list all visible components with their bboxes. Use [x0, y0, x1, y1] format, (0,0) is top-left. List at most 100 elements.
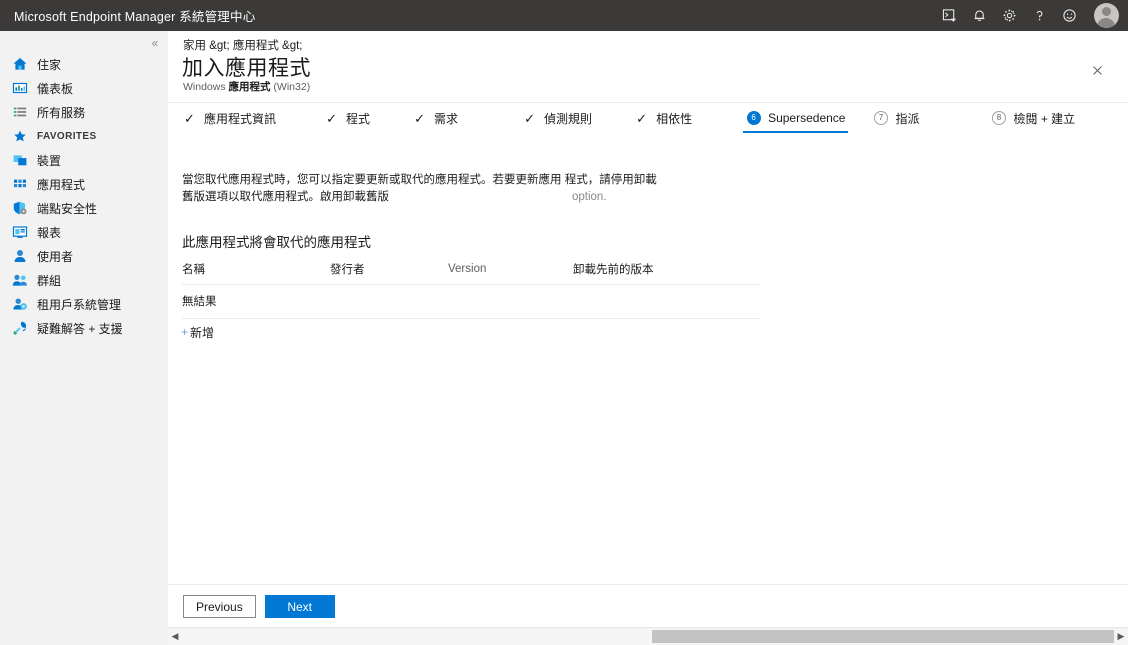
sidebar-item-label: 群組 — [37, 273, 62, 288]
add-app-label: 新增 — [190, 325, 215, 340]
previous-button[interactable]: Previous — [183, 595, 256, 618]
step-number-badge: 8 — [991, 111, 1006, 126]
sidebar-item-label: FAVORITES — [37, 130, 97, 142]
column-header-version[interactable]: Version — [448, 261, 573, 285]
tab-review-create[interactable]: 8 檢閱 + 建立 — [985, 103, 1081, 133]
sidebar-item-devices[interactable]: 裝置 — [0, 148, 168, 172]
close-icon[interactable] — [1083, 56, 1111, 84]
description-trailing-option: option. — [572, 191, 607, 203]
tab-supersedence[interactable]: 6 Supersedence — [740, 103, 851, 133]
sidebar-nav-list: 住家 儀表板 所有服務 FAVORITES 裝置 應用程式 端點安全性 報表 使… — [0, 52, 168, 340]
sidebar-collapse-button[interactable]: « — [145, 33, 165, 53]
home-icon — [11, 55, 29, 73]
table-body: 無結果 — [182, 284, 760, 319]
description-line-1: 當您取代應用程式時，您可以指定要更新或取代的應用程式。若要更新應用 — [182, 174, 562, 186]
table-head: 名稱 發行者 Version 卸載先前的版本 — [182, 261, 760, 285]
sidebar-item-label: 所有服務 — [37, 105, 86, 120]
sidebar-item-dashboard[interactable]: 儀表板 — [0, 76, 168, 100]
app-root: Microsoft Endpoint Manager 系統管理中心 « 住家 儀… — [0, 0, 1128, 645]
tab-assignments[interactable]: 7 指派 — [867, 103, 925, 133]
sidebar-item-label: 端點安全性 — [37, 201, 98, 216]
tab-label: 需求 — [434, 111, 459, 126]
sidebar: « 住家 儀表板 所有服務 FAVORITES 裝置 應用程式 端點安全性 報表… — [0, 31, 169, 645]
all-services-icon — [11, 103, 29, 121]
cloud-shell-icon[interactable] — [934, 0, 964, 31]
tab-dependencies[interactable]: ✓ 相依性 — [628, 103, 698, 133]
column-header-name[interactable]: 名稱 — [182, 261, 330, 285]
step-number: 8 — [991, 111, 1006, 125]
sidebar-item-favorites[interactable]: FAVORITES — [0, 124, 168, 148]
check-glyph: ✓ — [414, 110, 425, 126]
supersedence-description: 當您取代應用程式時，您可以指定要更新或取代的應用程式。若要更新應用 程式，請停用… — [182, 172, 662, 206]
step-number: 6 — [746, 111, 761, 125]
reports-icon — [11, 223, 29, 241]
check-glyph: ✓ — [184, 110, 195, 126]
page-title: 加入應用程式 — [182, 57, 311, 80]
top-navigation-bar: Microsoft Endpoint Manager 系統管理中心 — [0, 0, 1128, 31]
horizontal-scrollbar[interactable]: ◀ ▶ — [168, 627, 1128, 645]
help-question-icon[interactable] — [1024, 0, 1054, 31]
plus-icon: + — [181, 325, 189, 339]
content-blade: 家用 &gt; 應用程式 &gt; 加入應用程式 Windows 應用程式 (W… — [168, 31, 1128, 645]
page-subtitle-suffix: (Win32) — [270, 81, 311, 93]
sidebar-item-label: 報表 — [37, 225, 62, 240]
sidebar-item-troubleshoot[interactable]: 疑難解答 + 支援 — [0, 316, 168, 340]
table-row: 無結果 — [182, 284, 760, 319]
tenant-admin-icon — [11, 295, 29, 313]
sidebar-item-endpoint-security[interactable]: 端點安全性 — [0, 196, 168, 220]
avatar-image — [1093, 3, 1119, 28]
sidebar-item-groups[interactable]: 群組 — [0, 268, 168, 292]
column-header-publisher[interactable]: 發行者 — [330, 261, 448, 285]
avatar[interactable] — [1084, 0, 1128, 31]
tab-requirements[interactable]: ✓ 需求 — [406, 103, 464, 133]
step-number-badge: 7 — [873, 111, 888, 126]
wizard-step-tabs: ✓ 應用程式資訊 ✓ 程式 ✓ 需求 ✓ 偵測規則 ✓ 相依性 6 Supers… — [168, 103, 1128, 133]
active-tab-underline — [743, 131, 849, 133]
check-icon: ✓ — [412, 111, 427, 126]
check-icon: ✓ — [634, 111, 649, 126]
next-button[interactable]: Next — [264, 595, 335, 618]
scroll-left-arrow-icon[interactable]: ◀ — [168, 628, 182, 645]
users-icon — [11, 247, 29, 265]
gear-icon[interactable] — [994, 0, 1024, 31]
star-icon — [11, 127, 29, 145]
sidebar-item-label: 住家 — [37, 57, 62, 72]
breadcrumb[interactable]: 家用 &gt; 應用程式 &gt; — [183, 37, 303, 53]
sidebar-item-reports[interactable]: 報表 — [0, 220, 168, 244]
step-number: 7 — [873, 111, 888, 125]
scrollbar-track[interactable] — [182, 628, 1114, 645]
tab-label: 檢閱 + 建立 — [1013, 111, 1076, 126]
tab-label: 程式 — [346, 111, 371, 126]
empty-results-cell: 無結果 — [182, 284, 760, 319]
add-app-button[interactable]: + 新增 — [181, 323, 214, 341]
page-subtitle: Windows 應用程式 (Win32) — [183, 79, 310, 94]
tab-label: 偵測規則 — [544, 111, 593, 126]
groups-icon — [11, 271, 29, 289]
sidebar-item-users[interactable]: 使用者 — [0, 244, 168, 268]
sidebar-item-label: 租用戶系統管理 — [37, 297, 122, 312]
step-number-badge: 6 — [746, 111, 761, 126]
sidebar-item-apps[interactable]: 應用程式 — [0, 172, 168, 196]
scroll-right-arrow-icon[interactable]: ▶ — [1114, 628, 1128, 645]
troubleshoot-icon — [11, 319, 29, 337]
feedback-smiley-icon[interactable] — [1054, 0, 1084, 31]
sidebar-item-home[interactable]: 住家 — [0, 52, 168, 76]
tab-label: 相依性 — [656, 111, 693, 126]
blade-header: 家用 &gt; 應用程式 &gt; 加入應用程式 Windows 應用程式 (W… — [168, 31, 1128, 103]
check-icon: ✓ — [182, 111, 197, 126]
superseded-apps-table: 名稱 發行者 Version 卸載先前的版本 無結果 — [182, 261, 760, 319]
tab-detection-rules[interactable]: ✓ 偵測規則 — [516, 103, 598, 133]
sidebar-item-tenant-admin[interactable]: 租用戶系統管理 — [0, 292, 168, 316]
notifications-bell-icon[interactable] — [964, 0, 994, 31]
tab-label: Supersedence — [768, 111, 846, 125]
scrollbar-thumb[interactable] — [652, 630, 1114, 643]
endpoint-security-icon — [11, 199, 29, 217]
tab-program[interactable]: ✓ 程式 — [318, 103, 376, 133]
tab-label: 應用程式資訊 — [204, 111, 277, 126]
sidebar-item-all-services[interactable]: 所有服務 — [0, 100, 168, 124]
check-glyph: ✓ — [326, 110, 337, 126]
column-header-uninstall-previous[interactable]: 卸載先前的版本 — [573, 261, 760, 285]
tab-app-information[interactable]: ✓ 應用程式資訊 — [176, 103, 282, 133]
page-subtitle-prefix: Windows — [183, 81, 229, 93]
app-title: Microsoft Endpoint Manager 系統管理中心 — [14, 10, 256, 24]
